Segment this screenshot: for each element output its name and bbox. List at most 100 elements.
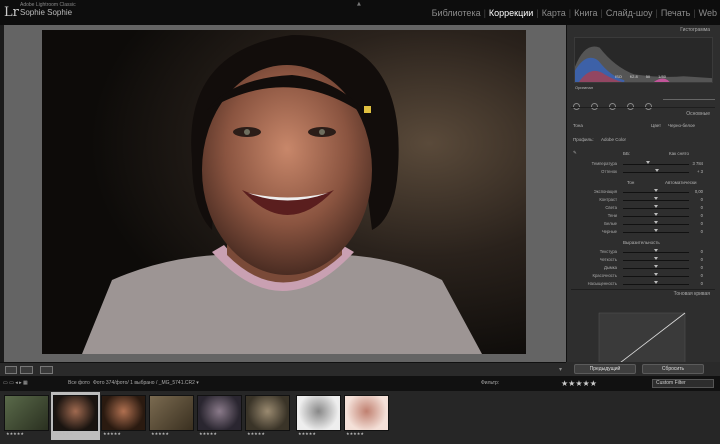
slider-track[interactable]: [623, 164, 689, 165]
slider-value[interactable]: 0,00: [695, 189, 703, 194]
thumb-rating[interactable]: ★★★★★: [6, 431, 24, 436]
slider-track[interactable]: [623, 208, 689, 209]
eyedropper-icon[interactable]: ✎: [573, 150, 577, 156]
film-thumb[interactable]: [344, 395, 389, 431]
thumb-rating[interactable]: ★★★★★: [298, 431, 316, 436]
thumb-rating[interactable]: ★★★★★: [199, 431, 217, 436]
slider-tone-sliders-1[interactable]: Контраст 0: [571, 197, 715, 203]
film-thumb[interactable]: [197, 395, 242, 431]
film-thumb[interactable]: [296, 395, 341, 431]
film-thumb[interactable]: [245, 395, 290, 431]
slider-track[interactable]: [623, 224, 689, 225]
tool-slider[interactable]: [663, 99, 715, 100]
tone-auto-button[interactable]: Автоматически: [665, 180, 696, 185]
main-photo[interactable]: [42, 30, 526, 354]
slider-knob[interactable]: [654, 229, 658, 232]
film-thumb[interactable]: [101, 395, 146, 431]
slider-value[interactable]: 0: [701, 229, 703, 234]
slider-track[interactable]: [623, 260, 689, 261]
slider-value[interactable]: 0: [701, 281, 703, 286]
custom-filter-select[interactable]: Custom Filter: [652, 379, 714, 388]
slider-knob[interactable]: [654, 221, 658, 224]
slider-value[interactable]: 0: [701, 213, 703, 218]
slider-knob[interactable]: [646, 161, 651, 164]
slider-knob[interactable]: [655, 169, 660, 172]
slider-knob[interactable]: [654, 281, 658, 284]
slider-track[interactable]: [623, 232, 689, 233]
slider-value[interactable]: + 3: [697, 169, 703, 174]
slider-track[interactable]: [623, 216, 689, 217]
slider-track[interactable]: [623, 252, 689, 253]
slider-knob[interactable]: [654, 189, 658, 192]
slider-knob[interactable]: [654, 213, 658, 216]
slider-tone-sliders-4[interactable]: Белые 0: [571, 221, 715, 227]
filmstrip-source[interactable]: Все фото: [68, 380, 90, 386]
slider-presence-sliders-4[interactable]: Насыщенность 0: [571, 281, 715, 287]
slider-knob[interactable]: [654, 257, 658, 260]
slider-presence-sliders-2[interactable]: Дымка 0: [571, 265, 715, 271]
slider-value[interactable]: 0: [701, 197, 703, 202]
slider-value[interactable]: 0: [701, 257, 703, 262]
original-label[interactable]: Оригинал: [575, 85, 593, 90]
slider-tone-sliders-0[interactable]: Экспонация 0,00: [571, 189, 715, 195]
slider-presence-sliders-0[interactable]: Текстура 0: [571, 249, 715, 255]
slider-knob[interactable]: [654, 273, 658, 276]
slider-knob[interactable]: [654, 249, 658, 252]
wb-value[interactable]: Как снято: [669, 151, 689, 156]
previous-button[interactable]: Предыдущий: [574, 364, 636, 374]
thumb-rating[interactable]: ★★★★★: [103, 431, 121, 436]
slider-track[interactable]: [623, 268, 689, 269]
tone-curve-title[interactable]: Тоновая кривая: [674, 291, 710, 297]
slider-track[interactable]: [623, 276, 689, 277]
filmstrip-count[interactable]: Фото 374/фото/ 1 выбрано / _MG_5741.CR2 …: [93, 380, 199, 386]
slider-wb-sliders-1[interactable]: Оттенок + 3: [571, 169, 715, 175]
thumb-rating[interactable]: ★★★★★: [55, 431, 73, 436]
thumb-rating[interactable]: ★★★★★: [247, 431, 265, 436]
thumb-rating[interactable]: ★★★★★: [151, 431, 169, 436]
slider-knob[interactable]: [654, 197, 658, 200]
module-web[interactable]: Web: [696, 8, 720, 18]
slider-presence-sliders-1[interactable]: Четкость 0: [571, 257, 715, 263]
slider-value[interactable]: 3 784: [693, 161, 703, 166]
slider-track[interactable]: [623, 172, 689, 173]
slider-knob[interactable]: [654, 265, 658, 268]
module-develop[interactable]: Коррекции: [486, 8, 536, 18]
slider-wb-sliders-0[interactable]: Температура 3 784: [571, 161, 715, 167]
rating-filter-stars[interactable]: ★★★★★: [561, 379, 597, 388]
module-library[interactable]: Библиотека: [429, 8, 484, 18]
thumb-rating[interactable]: ★★★★★: [346, 431, 364, 436]
histogram-title[interactable]: Гистограмма: [680, 27, 710, 33]
slider-value[interactable]: 0: [701, 205, 703, 210]
collapse-top-icon[interactable]: ▲: [357, 1, 361, 7]
slider-track[interactable]: [623, 192, 689, 193]
profile-value[interactable]: Adobe Color: [601, 137, 626, 142]
slider-value[interactable]: 0: [701, 249, 703, 254]
basic-panel-title[interactable]: Основные: [686, 111, 710, 117]
module-map[interactable]: Карта: [539, 8, 569, 18]
compare-view-icon[interactable]: [20, 366, 33, 374]
film-thumb[interactable]: [53, 395, 98, 431]
module-book[interactable]: Книга: [571, 8, 600, 18]
filmstrip-view-icons[interactable]: ▭ ▭ ◂ ▸ ▦: [3, 380, 28, 386]
slider-value[interactable]: 0: [701, 265, 703, 270]
slider-value[interactable]: 0: [701, 273, 703, 278]
treatment-color[interactable]: Цвет: [651, 123, 661, 128]
reset-button[interactable]: Сбросить: [642, 364, 704, 374]
slider-tone-sliders-5[interactable]: Черные 0: [571, 229, 715, 235]
film-thumb[interactable]: [4, 395, 49, 431]
film-thumb[interactable]: [149, 395, 194, 431]
slider-track[interactable]: [623, 284, 689, 285]
slider-presence-sliders-3[interactable]: Красочность 0: [571, 273, 715, 279]
survey-view-icon[interactable]: [40, 366, 53, 374]
module-slideshow[interactable]: Слайд-шоу: [603, 8, 656, 18]
slider-knob[interactable]: [654, 205, 658, 208]
module-print[interactable]: Печать: [658, 8, 693, 18]
left-panel-collapsed[interactable]: [0, 25, 4, 362]
slider-tone-sliders-3[interactable]: Тени 0: [571, 213, 715, 219]
loupe-view-icon[interactable]: [5, 366, 17, 374]
slider-tone-sliders-2[interactable]: Света 0: [571, 205, 715, 211]
slider-track[interactable]: [623, 200, 689, 201]
slider-value[interactable]: 0: [701, 221, 703, 226]
treatment-bw[interactable]: Черно-белое: [668, 123, 695, 128]
toolbar-menu-icon[interactable]: ▾: [559, 366, 562, 373]
